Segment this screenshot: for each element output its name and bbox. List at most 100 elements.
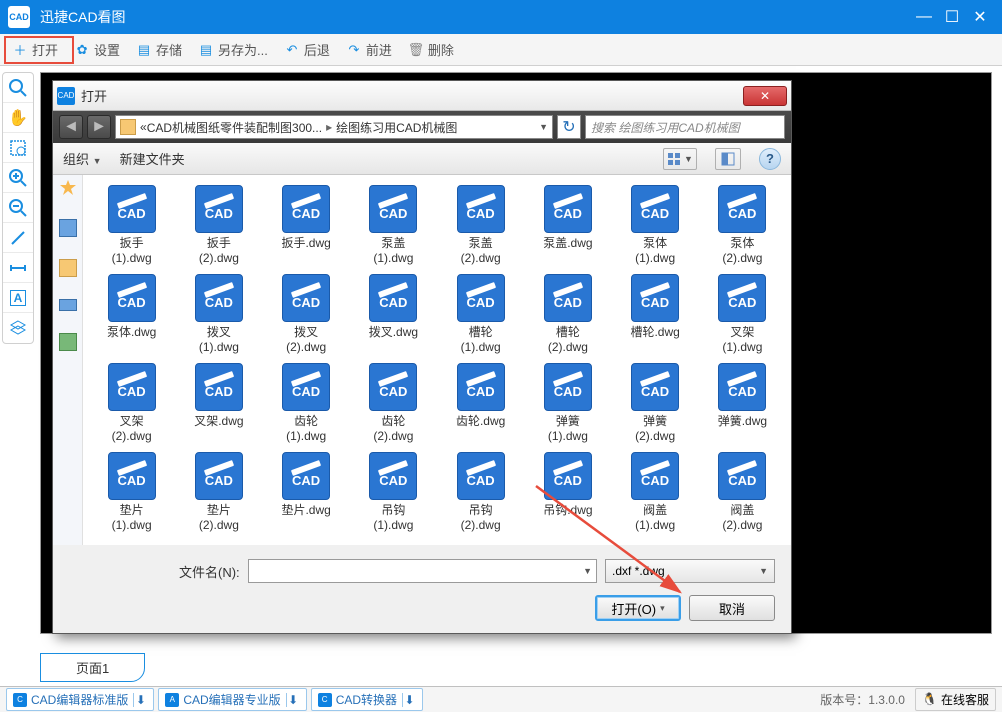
- file-item[interactable]: CAD扳手(1).dwg: [89, 185, 174, 268]
- saveas-button[interactable]: ▤另存为...: [190, 36, 276, 64]
- file-item[interactable]: CAD垫片(1).dwg: [89, 452, 174, 535]
- view-mode-button[interactable]: ▼: [663, 148, 697, 170]
- organize-menu[interactable]: 组织 ▼: [63, 149, 102, 168]
- favorites-icon[interactable]: [59, 179, 77, 197]
- file-item[interactable]: CAD弹簧(1).dwg: [525, 363, 610, 446]
- cad-file-icon: CAD: [631, 452, 679, 500]
- online-support-button[interactable]: 🐧在线客服: [915, 688, 996, 711]
- zoom-in-tool[interactable]: [3, 163, 33, 193]
- file-name: 垫片(1).dwg: [112, 503, 152, 533]
- file-item[interactable]: CAD叉架(1).dwg: [700, 274, 785, 357]
- file-item[interactable]: CAD拨叉(2).dwg: [264, 274, 349, 357]
- zoom-out-tool[interactable]: [3, 193, 33, 223]
- close-button[interactable]: ✕: [966, 3, 994, 31]
- file-item[interactable]: CAD齿轮(2).dwg: [351, 363, 436, 446]
- filetype-select[interactable]: .dxf *.dwg▼: [605, 559, 775, 583]
- file-item[interactable]: CAD拨叉.dwg: [351, 274, 436, 357]
- plus-icon: ＋: [12, 42, 28, 58]
- measure-ruler-tool[interactable]: [3, 253, 33, 283]
- file-name: 槽轮.dwg: [630, 325, 679, 340]
- search-input[interactable]: 搜索 绘图练习用CAD机械图: [585, 115, 785, 139]
- layers-tool[interactable]: [3, 313, 33, 343]
- link-editor-std[interactable]: CCAD编辑器标准版⬇: [6, 688, 154, 711]
- measure-line-tool[interactable]: [3, 223, 33, 253]
- computer-icon[interactable]: [59, 299, 77, 311]
- zoom-rect-tool[interactable]: [3, 133, 33, 163]
- text-tool[interactable]: A: [3, 283, 33, 313]
- breadcrumb-seg1[interactable]: CAD机械图纸零件装配制图300...: [147, 119, 322, 136]
- cancel-button[interactable]: 取消: [689, 595, 775, 621]
- cad-file-icon: CAD: [195, 452, 243, 500]
- file-item[interactable]: CAD泵体(2).dwg: [700, 185, 785, 268]
- file-name: 弹簧.dwg: [718, 414, 767, 429]
- file-item[interactable]: CAD泵盖(2).dwg: [438, 185, 523, 268]
- save-label: 存储: [156, 40, 182, 59]
- file-item[interactable]: CAD泵体(1).dwg: [613, 185, 698, 268]
- file-item[interactable]: CAD阀盖(1).dwg: [613, 452, 698, 535]
- file-item[interactable]: CAD吊钩.dwg: [525, 452, 610, 535]
- file-item[interactable]: CAD吊钩(2).dwg: [438, 452, 523, 535]
- file-name: 扳手.dwg: [281, 236, 330, 251]
- cad-file-icon: CAD: [718, 185, 766, 233]
- zoom-window-tool[interactable]: [3, 73, 33, 103]
- new-folder-button[interactable]: 新建文件夹: [120, 149, 185, 168]
- file-item[interactable]: CAD槽轮.dwg: [613, 274, 698, 357]
- preview-pane-button[interactable]: [715, 148, 741, 170]
- file-item[interactable]: CAD拨叉(1).dwg: [176, 274, 261, 357]
- maximize-button[interactable]: ☐: [938, 3, 966, 31]
- open-confirm-button[interactable]: 打开(O) ▾: [595, 595, 681, 621]
- file-item[interactable]: CAD叉架.dwg: [176, 363, 261, 446]
- dialog-titlebar[interactable]: CAD 打开 ✕: [53, 81, 791, 111]
- settings-button[interactable]: ✿设置: [66, 36, 128, 64]
- file-item[interactable]: CAD泵体.dwg: [89, 274, 174, 357]
- pictures-icon[interactable]: [59, 333, 77, 351]
- save-icon: ▤: [136, 42, 152, 58]
- nav-back-button[interactable]: ◄: [59, 115, 83, 139]
- file-item[interactable]: CAD泵盖.dwg: [525, 185, 610, 268]
- file-item[interactable]: CAD弹簧.dwg: [700, 363, 785, 446]
- file-item[interactable]: CAD叉架(2).dwg: [89, 363, 174, 446]
- file-name: 叉架(2).dwg: [112, 414, 152, 444]
- chevron-down-icon[interactable]: ▼: [539, 122, 548, 132]
- file-name: 吊钩(2).dwg: [461, 503, 501, 533]
- dialog-close-button[interactable]: ✕: [743, 86, 787, 106]
- file-item[interactable]: CAD扳手.dwg: [264, 185, 349, 268]
- link-converter[interactable]: CCAD转换器⬇: [311, 688, 423, 711]
- delete-button[interactable]: 🗑删除: [400, 36, 462, 64]
- file-name: 泵盖.dwg: [543, 236, 592, 251]
- file-item[interactable]: CAD弹簧(2).dwg: [613, 363, 698, 446]
- file-item[interactable]: CAD阀盖(2).dwg: [700, 452, 785, 535]
- file-name: 泵盖(1).dwg: [373, 236, 413, 266]
- forward-button[interactable]: ↷前进: [338, 36, 400, 64]
- pan-tool[interactable]: ✋: [3, 103, 33, 133]
- save-button[interactable]: ▤存储: [128, 36, 190, 64]
- nav-forward-button[interactable]: ►: [87, 115, 111, 139]
- file-item[interactable]: CAD槽轮(1).dwg: [438, 274, 523, 357]
- file-item[interactable]: CAD扳手(2).dwg: [176, 185, 261, 268]
- file-grid[interactable]: CAD扳手(1).dwgCAD扳手(2).dwgCAD扳手.dwgCAD泵盖(1…: [83, 175, 791, 545]
- file-item[interactable]: CAD齿轮(1).dwg: [264, 363, 349, 446]
- dialog-title: 打开: [81, 86, 743, 105]
- link-editor-pro[interactable]: ACAD编辑器专业版⬇: [158, 688, 306, 711]
- breadcrumb-seg2[interactable]: 绘图练习用CAD机械图: [336, 119, 457, 136]
- cad-icon: C: [13, 693, 27, 707]
- file-item[interactable]: CAD齿轮.dwg: [438, 363, 523, 446]
- back-button[interactable]: ↶后退: [276, 36, 338, 64]
- refresh-button[interactable]: ↻: [557, 115, 581, 139]
- cad-file-icon: CAD: [369, 185, 417, 233]
- filename-input[interactable]: ▼: [248, 559, 597, 583]
- minimize-button[interactable]: —: [910, 3, 938, 31]
- file-item[interactable]: CAD泵盖(1).dwg: [351, 185, 436, 268]
- file-item[interactable]: CAD槽轮(2).dwg: [525, 274, 610, 357]
- breadcrumb[interactable]: « CAD机械图纸零件装配制图300... ▸ 绘图练习用CAD机械图 ▼: [115, 115, 553, 139]
- file-item[interactable]: CAD垫片.dwg: [264, 452, 349, 535]
- link-label: CAD编辑器专业版: [183, 691, 280, 708]
- help-button[interactable]: ?: [759, 148, 781, 170]
- file-item[interactable]: CAD垫片(2).dwg: [176, 452, 261, 535]
- desktop-icon[interactable]: [59, 219, 77, 237]
- download-icon: ⬇: [133, 693, 147, 707]
- folder-place-icon[interactable]: [59, 259, 77, 277]
- file-item[interactable]: CAD吊钩(1).dwg: [351, 452, 436, 535]
- tab-page1[interactable]: 页面1: [40, 653, 145, 682]
- open-button[interactable]: ＋打开: [4, 36, 66, 64]
